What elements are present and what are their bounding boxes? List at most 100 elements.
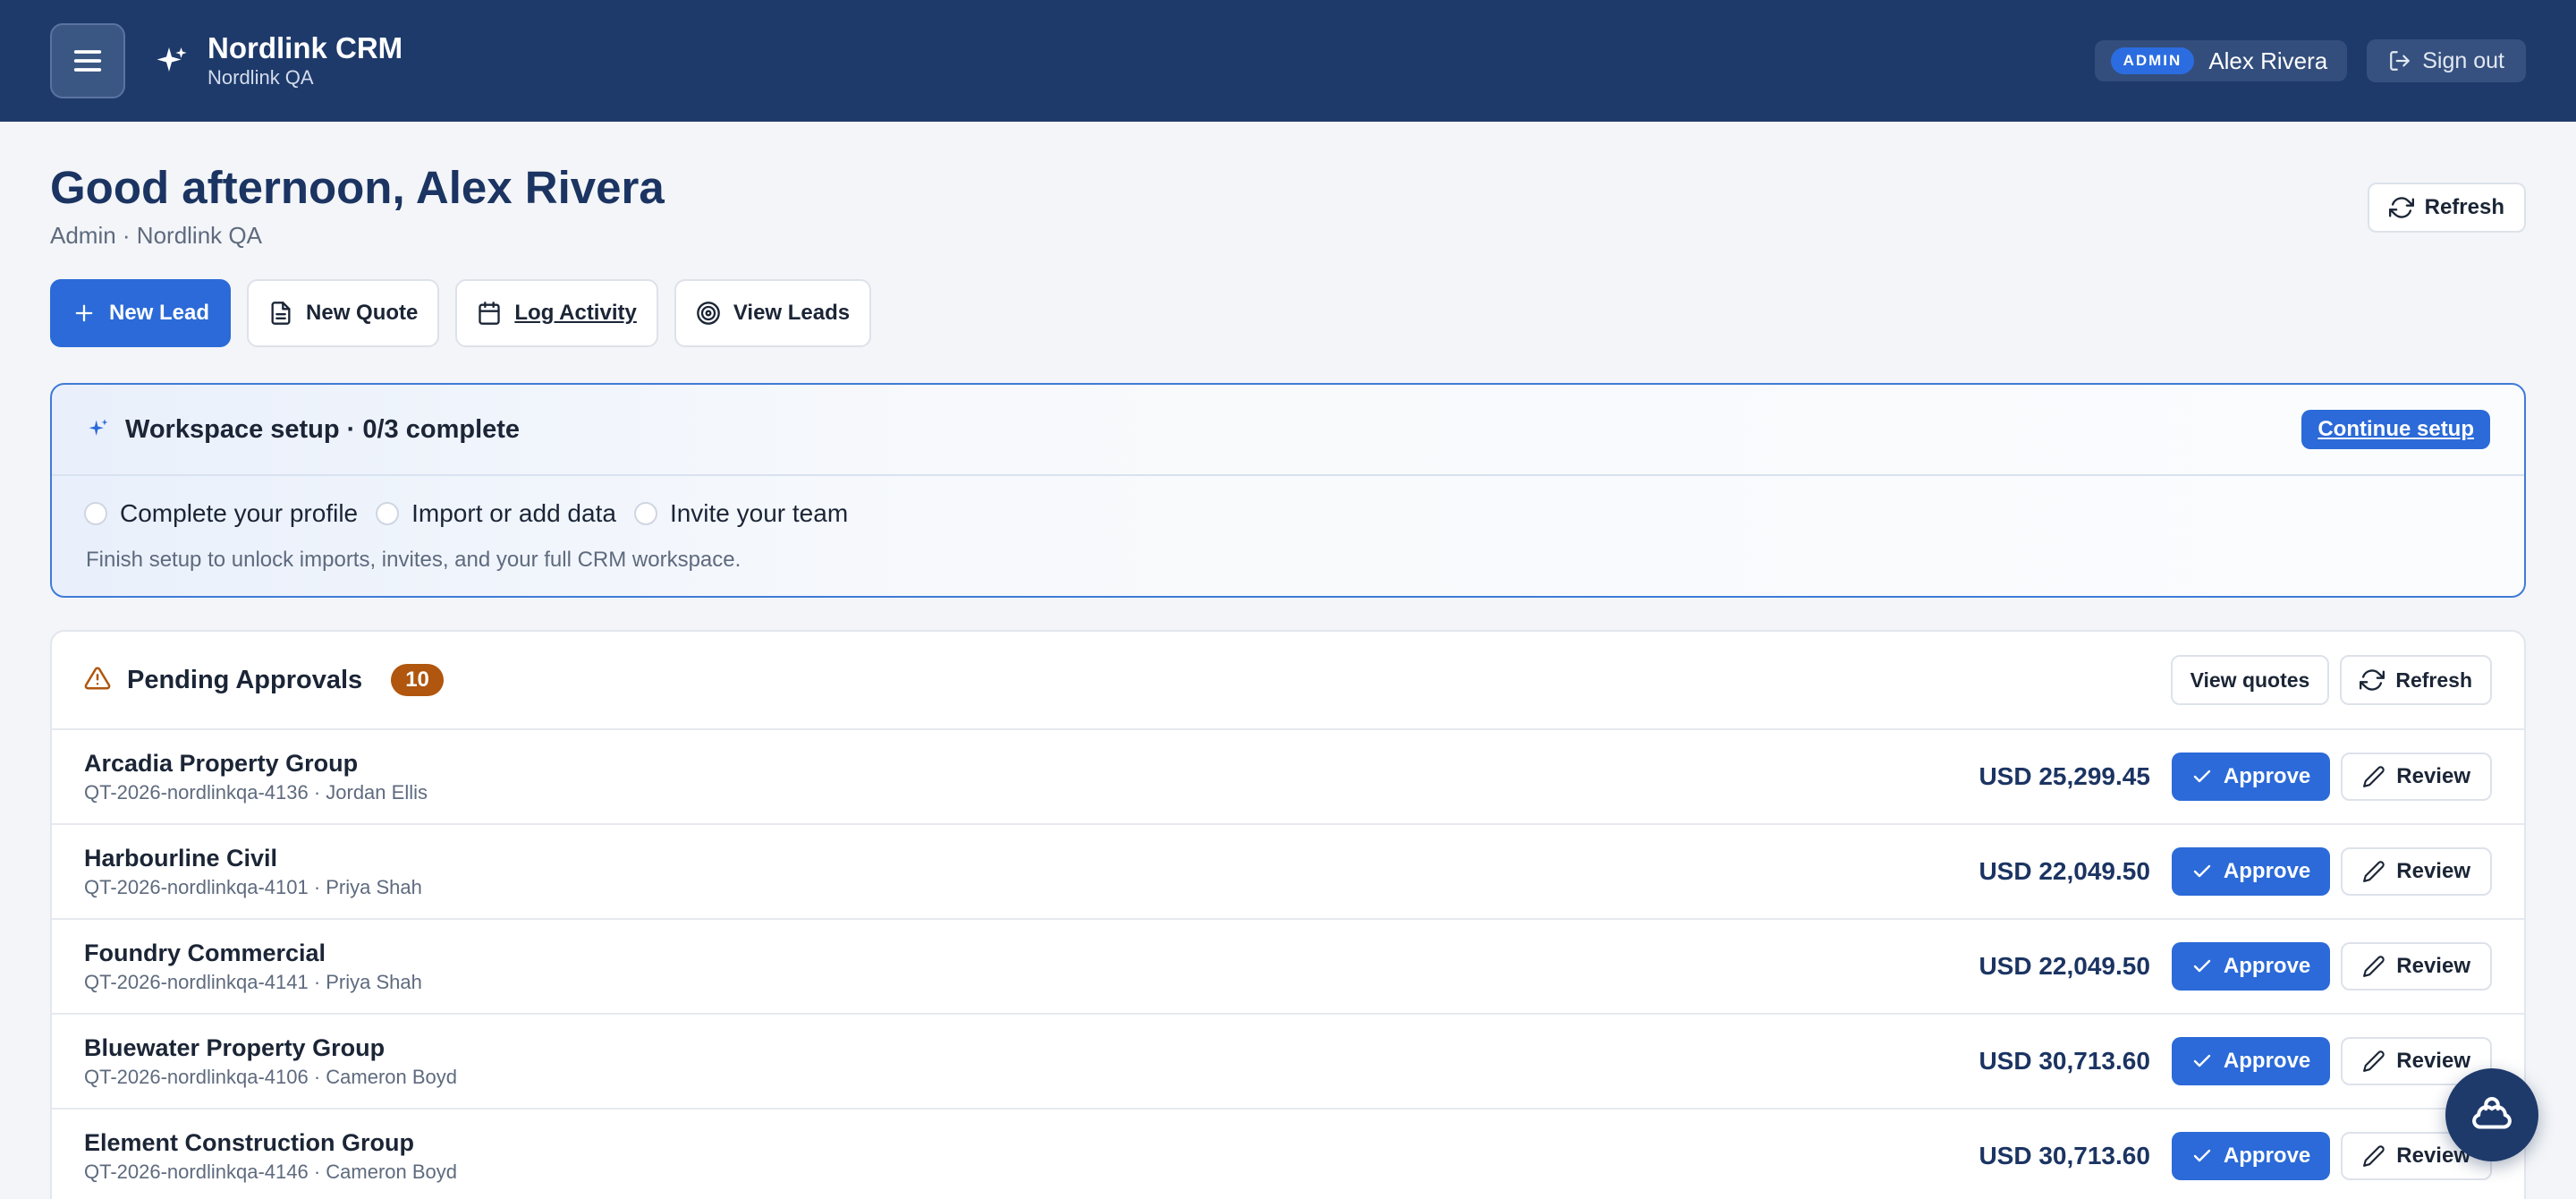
approve-button[interactable]: Approve — [2171, 1037, 2331, 1085]
setup-note: Finish setup to unlock imports, invites,… — [86, 548, 741, 572]
review-label: Review — [2396, 1049, 2470, 1073]
pencil-icon — [2363, 1145, 2385, 1167]
review-label: Review — [2396, 764, 2470, 788]
row-meta: QT-2026-nordlinkqa-4141 · Priya Shah — [84, 970, 422, 993]
top-bar: Nordlink CRM Nordlink QA ADMIN Alex Rive… — [0, 0, 2576, 122]
approve-label: Approve — [2223, 859, 2311, 883]
row-amount: USD 30,713.60 — [1979, 1047, 2150, 1075]
approval-row: Harbourline Civil QT-2026-nordlinkqa-410… — [52, 825, 2524, 920]
new-lead-label: New Lead — [109, 301, 210, 325]
row-meta: QT-2026-nordlinkqa-4136 · Jordan Ellis — [84, 780, 428, 804]
document-icon — [271, 302, 291, 325]
refresh-label: Refresh — [2424, 195, 2504, 219]
row-amount: USD 22,049.50 — [1979, 857, 2150, 885]
user-name: Alex Rivera — [2208, 47, 2328, 74]
workspace-name: Nordlink QA — [208, 66, 314, 89]
view-leads-button[interactable]: View Leads — [674, 279, 872, 347]
cloud-hat-icon — [2472, 1096, 2512, 1129]
quick-actions: New Lead New Quote Log Activity View Lea… — [50, 279, 872, 347]
step-radio-icon — [84, 502, 107, 525]
check-icon — [2193, 864, 2211, 878]
review-button[interactable]: Review — [2341, 753, 2492, 801]
pencil-icon — [2363, 1050, 2385, 1072]
warning-icon — [84, 665, 111, 696]
approval-row: Element Construction Group QT-2026-nordl… — [52, 1110, 2524, 1199]
log-activity-label: Log Activity — [514, 301, 637, 325]
check-icon — [2193, 1149, 2211, 1162]
sparkle-logo-icon — [154, 43, 190, 79]
setup-title: Workspace setup · 0/3 complete — [125, 414, 521, 444]
check-icon — [2193, 959, 2211, 973]
view-leads-label: View Leads — [733, 301, 851, 325]
approval-row: Bluewater Property Group QT-2026-nordlin… — [52, 1015, 2524, 1110]
approve-label: Approve — [2223, 1144, 2311, 1168]
setup-step-profile[interactable]: Complete your profile — [84, 499, 358, 528]
menu-button[interactable] — [50, 23, 125, 98]
hamburger-menu-icon — [73, 50, 102, 72]
sign-out-button[interactable]: Sign out — [2367, 39, 2526, 82]
step-radio-icon — [376, 502, 400, 525]
assistant-fab-button[interactable] — [2445, 1068, 2538, 1161]
approve-button[interactable]: Approve — [2171, 942, 2331, 991]
sign-out-icon — [2390, 51, 2411, 71]
approve-label: Approve — [2223, 1049, 2311, 1073]
app-title: Nordlink CRM — [208, 31, 403, 64]
pencil-icon — [2363, 956, 2385, 977]
refresh-button[interactable]: Refresh — [2367, 183, 2526, 233]
user-chip[interactable]: ADMIN Alex Rivera — [2094, 40, 2348, 81]
step-label: Complete your profile — [120, 499, 359, 527]
new-quote-button[interactable]: New Quote — [247, 279, 440, 347]
row-meta: QT-2026-nordlinkqa-4146 · Cameron Boyd — [84, 1160, 458, 1183]
new-lead-button[interactable]: New Lead — [50, 279, 232, 347]
pending-approvals-card: Pending Approvals 10 View quotes Refresh… — [50, 630, 2526, 1199]
sign-out-label: Sign out — [2422, 47, 2504, 73]
target-icon — [696, 302, 720, 325]
row-meta: QT-2026-nordlinkqa-4101 · Priya Shah — [84, 875, 422, 898]
check-icon — [2193, 1054, 2211, 1067]
page-subtitle: Admin · Nordlink QA — [50, 222, 262, 249]
row-company: Foundry Commercial — [84, 939, 326, 966]
continue-setup-button[interactable]: Continue setup — [2301, 410, 2490, 449]
approve-label: Approve — [2223, 954, 2311, 978]
row-amount: USD 25,299.45 — [1979, 762, 2150, 790]
approve-button[interactable]: Approve — [2171, 847, 2331, 896]
row-amount: USD 30,713.60 — [1979, 1142, 2150, 1169]
workspace-setup-card: Workspace setup · 0/3 complete Continue … — [50, 383, 2526, 598]
sparkle-icon — [89, 419, 108, 436]
refresh-icon — [2388, 197, 2414, 218]
new-quote-label: New Quote — [306, 301, 419, 325]
calendar-icon — [479, 302, 501, 325]
approve-button[interactable]: Approve — [2171, 753, 2331, 801]
step-label: Import or add data — [411, 499, 616, 527]
approvals-refresh-label: Refresh — [2395, 668, 2472, 692]
setup-steps: Complete your profile Import or add data… — [52, 499, 2524, 528]
step-radio-icon — [633, 502, 657, 525]
row-amount: USD 22,049.50 — [1979, 952, 2150, 980]
log-activity-button[interactable]: Log Activity — [455, 279, 658, 347]
row-company: Bluewater Property Group — [84, 1033, 386, 1061]
review-button[interactable]: Review — [2341, 942, 2492, 991]
row-company: Arcadia Property Group — [84, 749, 359, 777]
approvals-count-badge: 10 — [391, 664, 444, 696]
brand: Nordlink CRM Nordlink QA — [208, 31, 402, 90]
approvals-refresh-button[interactable]: Refresh — [2340, 655, 2492, 705]
row-company: Element Construction Group — [84, 1128, 415, 1156]
setup-step-invite[interactable]: Invite your team — [633, 499, 849, 528]
view-quotes-label: View quotes — [2190, 668, 2310, 692]
row-company: Harbourline Civil — [84, 844, 278, 872]
check-icon — [2193, 770, 2211, 783]
setup-step-import[interactable]: Import or add data — [376, 499, 616, 528]
approvals-title: Pending Approvals — [127, 665, 363, 694]
pencil-icon — [2363, 861, 2385, 882]
review-button[interactable]: Review — [2341, 847, 2492, 896]
approve-button[interactable]: Approve — [2171, 1132, 2331, 1180]
approval-row: Foundry Commercial QT-2026-nordlinkqa-41… — [52, 920, 2524, 1015]
step-label: Invite your team — [669, 499, 849, 527]
refresh-icon — [2360, 669, 2385, 691]
page-title: Good afternoon, Alex Rivera — [50, 162, 665, 213]
view-quotes-button[interactable]: View quotes — [2170, 655, 2330, 705]
plus-icon — [75, 304, 93, 322]
approve-label: Approve — [2223, 764, 2311, 788]
pencil-icon — [2363, 766, 2385, 787]
role-badge: ADMIN — [2110, 47, 2195, 74]
